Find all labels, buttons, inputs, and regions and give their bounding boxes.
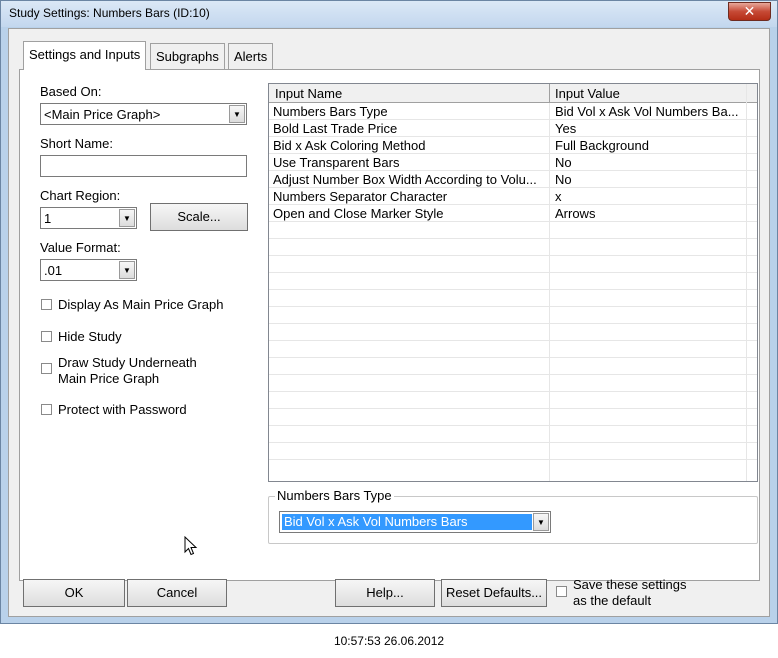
empty-row: [269, 239, 757, 256]
close-button[interactable]: ✕: [728, 2, 771, 21]
value-editor-group: Numbers Bars Type Bid Vol x Ask Vol Numb…: [268, 488, 758, 544]
input-value-cell: Yes: [555, 121, 577, 136]
reset-defaults-button[interactable]: Reset Defaults...: [441, 579, 547, 607]
draw-study-underneath-label-line1: Draw Study Underneath: [58, 355, 197, 370]
based-on-label: Based On:: [40, 84, 102, 99]
empty-row: [269, 290, 757, 307]
value-format-label: Value Format:: [40, 240, 121, 255]
empty-row: [269, 443, 757, 460]
display-as-main-price-graph-checkbox[interactable]: [41, 299, 52, 310]
empty-row: [269, 375, 757, 392]
numbers-bars-type-select[interactable]: Bid Vol x Ask Vol Numbers Bars ▼: [279, 511, 551, 533]
title-bar[interactable]: Study Settings: Numbers Bars (ID:10) ✕: [1, 1, 777, 27]
input-value-cell: No: [555, 172, 572, 187]
study-settings-dialog: Study Settings: Numbers Bars (ID:10) ✕ S…: [0, 0, 778, 624]
input-name-cell: Open and Close Marker Style: [273, 206, 444, 221]
empty-row: [269, 256, 757, 273]
input-name-cell: Bid x Ask Coloring Method: [273, 138, 426, 153]
based-on-value: <Main Price Graph>: [44, 107, 161, 122]
save-as-default-label-line1: Save these settings: [573, 577, 687, 592]
empty-row: [269, 358, 757, 375]
chevron-down-icon[interactable]: ▼: [533, 513, 549, 531]
tab-subgraphs[interactable]: Subgraphs: [150, 43, 225, 69]
short-name-label: Short Name:: [40, 136, 113, 151]
chart-region-select[interactable]: 1 ▼: [40, 207, 137, 229]
empty-row: [269, 426, 757, 443]
scale-button[interactable]: Scale...: [150, 203, 248, 231]
grid-header: Input Name Input Value: [269, 84, 757, 103]
short-name-input[interactable]: [40, 155, 247, 177]
value-format-select[interactable]: .01 ▼: [40, 259, 137, 281]
input-value-cell: Bid Vol x Ask Vol Numbers Ba...: [555, 104, 739, 119]
table-row[interactable]: Numbers Separator Character x: [269, 188, 757, 205]
empty-row: [269, 324, 757, 341]
empty-row: [269, 222, 757, 239]
input-name-cell: Numbers Separator Character: [273, 189, 448, 204]
tab-settings-and-inputs[interactable]: Settings and Inputs: [23, 41, 147, 70]
chevron-down-icon[interactable]: ▼: [119, 209, 135, 227]
protect-with-password-label: Protect with Password: [58, 402, 187, 417]
save-as-default-checkbox[interactable]: [556, 586, 567, 597]
display-as-main-price-graph-label: Display As Main Price Graph: [58, 297, 224, 312]
numbers-bars-type-value: Bid Vol x Ask Vol Numbers Bars: [282, 514, 532, 530]
dialog-client-area: Settings and Inputs Subgraphs Alerts Bas…: [8, 28, 770, 617]
tab-alerts[interactable]: Alerts: [228, 43, 274, 69]
table-row[interactable]: Open and Close Marker Style Arrows: [269, 205, 757, 222]
save-as-default-label-line2: as the default: [573, 593, 652, 608]
empty-row: [269, 307, 757, 324]
ok-button[interactable]: OK: [23, 579, 125, 607]
table-row[interactable]: Adjust Number Box Width According to Vol…: [269, 171, 757, 188]
draw-study-underneath-checkbox[interactable]: [41, 363, 52, 374]
table-row[interactable]: Use Transparent Bars No: [269, 154, 757, 171]
inputs-grid[interactable]: Input Name Input Value Numbers Bars Type…: [268, 83, 758, 482]
empty-row: [269, 273, 757, 290]
settings-panel: Based On: <Main Price Graph> ▼ Short Nam…: [19, 69, 760, 581]
column-header-input-value[interactable]: Input Value: [555, 86, 620, 101]
chevron-down-icon[interactable]: ▼: [119, 261, 135, 279]
input-value-cell: Arrows: [555, 206, 596, 221]
window-title: Study Settings: Numbers Bars (ID:10): [9, 6, 210, 20]
timestamp: 10:57:53 26.06.2012: [333, 634, 445, 648]
table-row[interactable]: Bid x Ask Coloring Method Full Background: [269, 137, 757, 154]
input-name-cell: Numbers Bars Type: [273, 104, 388, 119]
hide-study-checkbox[interactable]: [41, 331, 52, 342]
empty-row: [269, 409, 757, 426]
hide-study-label: Hide Study: [58, 329, 122, 344]
input-value-cell: x: [555, 189, 562, 204]
input-name-cell: Use Transparent Bars: [273, 155, 400, 170]
input-value-cell: No: [555, 155, 572, 170]
draw-study-underneath-label-line2: Main Price Graph: [58, 371, 160, 386]
cancel-button[interactable]: Cancel: [127, 579, 227, 607]
mouse-pointer-icon: [184, 536, 198, 556]
input-name-cell: Adjust Number Box Width According to Vol…: [273, 172, 537, 187]
empty-row: [269, 341, 757, 358]
value-editor-label: Numbers Bars Type: [275, 488, 394, 503]
value-format-value: .01: [44, 263, 63, 278]
chart-region-label: Chart Region:: [40, 188, 121, 203]
based-on-select[interactable]: <Main Price Graph> ▼: [40, 103, 247, 125]
table-row[interactable]: Numbers Bars Type Bid Vol x Ask Vol Numbe…: [269, 103, 757, 120]
chevron-down-icon[interactable]: ▼: [229, 105, 245, 123]
input-value-cell: Full Background: [555, 138, 649, 153]
column-divider[interactable]: [549, 84, 550, 103]
chart-region-value: 1: [44, 211, 52, 226]
protect-with-password-checkbox[interactable]: [41, 404, 52, 415]
column-header-input-name[interactable]: Input Name: [275, 86, 342, 101]
table-row[interactable]: Bold Last Trade Price Yes: [269, 120, 757, 137]
empty-row: [269, 392, 757, 409]
input-name-cell: Bold Last Trade Price: [273, 121, 398, 136]
help-button[interactable]: Help...: [335, 579, 435, 607]
